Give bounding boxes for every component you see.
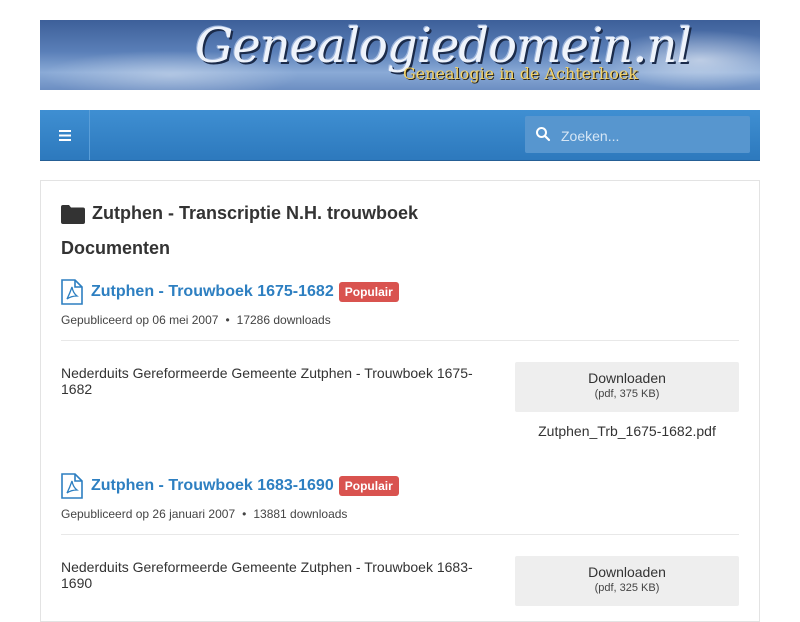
site-banner[interactable]: Genealogiedomein.nl Genealogie in de Ach… <box>40 20 760 90</box>
file-info: (pdf, 375 KB) <box>594 388 660 400</box>
category-title: Zutphen - Transcriptie N.H. trouwboek <box>92 203 419 223</box>
search-box[interactable] <box>525 116 750 155</box>
popular-badge: Populair <box>338 476 399 496</box>
pdf-file-icon <box>61 279 83 305</box>
folder-icon <box>61 204 85 224</box>
site-logo-subtitle: Genealogie in de Achterhoek <box>403 64 638 83</box>
navbar <box>40 110 760 161</box>
download-button[interactable]: Downloaden (pdf, 325 KB) <box>515 556 739 606</box>
document-description: Nederduits Gereformeerde Gemeente Zutphe… <box>61 365 473 397</box>
meta-separator: • <box>225 313 230 327</box>
document-title-link[interactable]: Zutphen - Trouwboek 1675-1682 <box>91 283 334 301</box>
divider <box>61 340 739 341</box>
category-heading: Zutphen - Transcriptie N.H. trouwboek <box>61 203 418 224</box>
document-title-link[interactable]: Zutphen - Trouwboek 1683-1690 <box>91 477 334 495</box>
download-count: 17286 downloads <box>236 313 331 327</box>
document-item: Zutphen - Trouwboek 1683-1690 Populair G… <box>61 473 739 606</box>
section-title: Documenten <box>61 238 171 258</box>
search-input[interactable] <box>559 116 748 155</box>
file-name: Zutphen_Trb_1675-1682.pdf <box>538 423 716 439</box>
download-button-label: Downloaden <box>588 564 666 580</box>
meta-separator: • <box>242 507 247 521</box>
download-button-label: Downloaden <box>588 370 666 386</box>
divider <box>61 534 739 535</box>
download-button[interactable]: Downloaden (pdf, 375 KB) <box>515 362 739 412</box>
document-meta: Gepubliceerd op 26 januari 2007 • 13881 do… <box>61 507 739 523</box>
bars-icon <box>58 129 71 141</box>
file-info: (pdf, 325 KB) <box>594 582 660 594</box>
main-content: Zutphen - Transcriptie N.H. trouwboek Do… <box>40 180 760 622</box>
pdf-file-icon <box>61 473 83 499</box>
menu-toggle-button[interactable] <box>40 110 90 160</box>
document-meta: Gepubliceerd op 06 mei 2007 • 17286 downlo… <box>61 313 739 329</box>
published-date: Gepubliceerd op 26 januari 2007 <box>61 507 236 521</box>
search-icon <box>536 127 551 142</box>
document-item: Zutphen - Trouwboek 1675-1682 Populair G… <box>61 279 739 439</box>
download-count: 13881 downloads <box>253 507 348 521</box>
published-date: Gepubliceerd op 06 mei 2007 <box>61 313 219 327</box>
popular-badge: Populair <box>338 282 399 302</box>
document-description: Nederduits Gereformeerde Gemeente Zutphe… <box>61 559 473 591</box>
